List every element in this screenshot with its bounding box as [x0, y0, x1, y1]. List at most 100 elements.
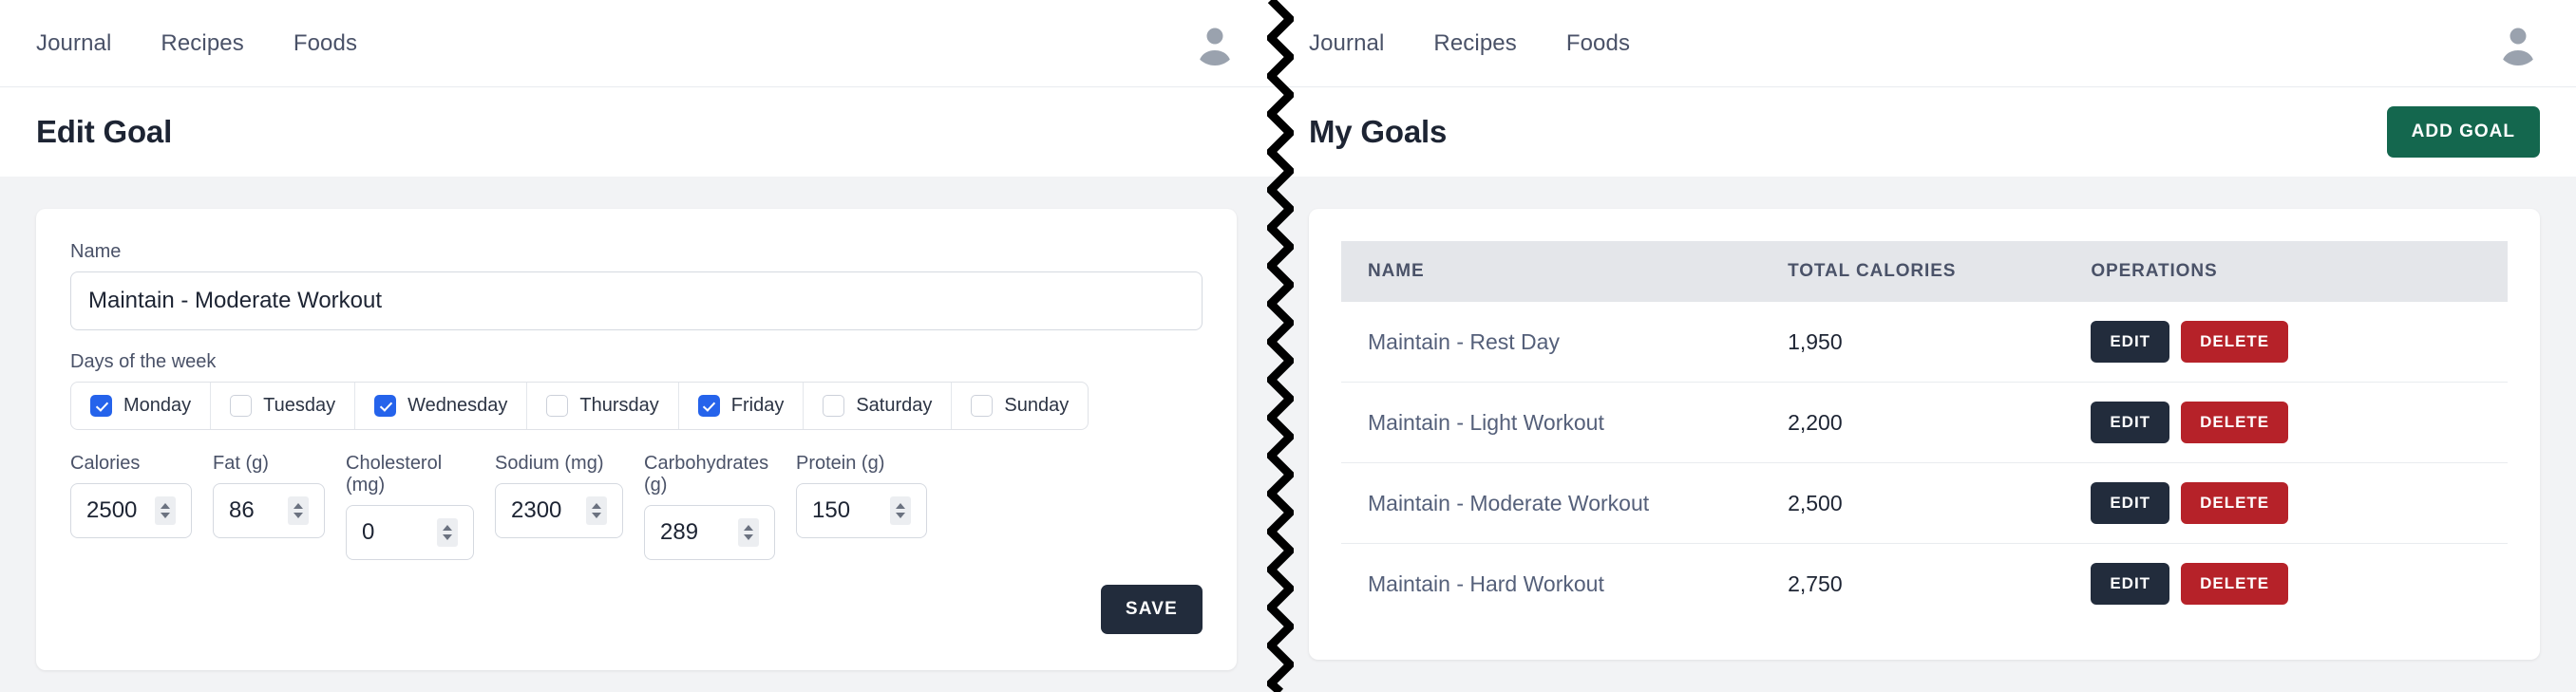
day-label-saturday: Saturday	[856, 395, 933, 416]
right-page-header: My Goals ADD GOAL	[1273, 87, 2576, 177]
nutrient-field-carbohydrates: Carbohydrates (g) 289	[644, 453, 775, 560]
cell-goal-name: Maintain - Hard Workout	[1368, 570, 1604, 596]
nav-link-foods[interactable]: Foods	[294, 30, 357, 57]
spinner-icon-carbohydrates[interactable]	[738, 518, 759, 547]
nav-link-foods[interactable]: Foods	[1566, 30, 1630, 57]
delete-button[interactable]: DELETE	[2181, 563, 2289, 605]
nutrient-field-calories: Calories 2500	[70, 453, 192, 560]
delete-button[interactable]: DELETE	[2181, 321, 2289, 363]
day-checkbox-friday[interactable]: Friday	[679, 383, 805, 429]
right-body-area: NAME TOTAL CALORIES OPERATIONS Maintain …	[1273, 177, 2576, 692]
value-carbohydrates: 289	[660, 519, 699, 545]
edit-button[interactable]: EDIT	[2091, 402, 2170, 443]
label-calories: Calories	[70, 453, 141, 474]
goals-table-body: Maintain - Rest Day 1,950 EDIT DELETE Ma…	[1341, 302, 2508, 624]
spinner-icon-sodium[interactable]	[586, 496, 607, 525]
table-row: Maintain - Moderate Workout 2,500 EDIT D…	[1341, 462, 2508, 544]
chevron-up-icon	[592, 503, 601, 509]
nav-link-journal[interactable]: Journal	[36, 30, 111, 57]
value-fat: 86	[229, 497, 255, 523]
goal-name-input[interactable]	[70, 271, 1203, 330]
cell-goal-name: Maintain - Light Workout	[1341, 382, 1762, 463]
number-input-carbohydrates[interactable]: 289	[644, 505, 775, 560]
cell-goal-name: Maintain - Moderate Workout	[1341, 462, 1762, 544]
chevron-up-icon	[294, 503, 303, 509]
user-avatar-icon[interactable]	[2496, 22, 2540, 65]
checkbox-icon-friday	[697, 395, 720, 417]
goals-table-card: NAME TOTAL CALORIES OPERATIONS Maintain …	[1309, 209, 2540, 660]
number-input-protein[interactable]: 150	[796, 483, 927, 538]
save-button[interactable]: SAVE	[1100, 585, 1203, 634]
day-label-wednesday: Wednesday	[407, 395, 508, 416]
cell-total-calories: 1,950	[1761, 302, 2065, 383]
day-checkbox-tuesday[interactable]: Tuesday	[211, 383, 356, 429]
add-goal-button[interactable]: ADD GOAL	[2386, 106, 2540, 158]
column-header-operations: OPERATIONS	[2064, 241, 2508, 302]
number-input-sodium[interactable]: 2300	[495, 483, 623, 538]
number-input-fat[interactable]: 86	[213, 483, 325, 538]
left-body-area: Name Days of the week Monday Tuesday	[0, 177, 1273, 692]
label-carbohydrates: Carbohydrates (g)	[644, 453, 769, 496]
spinner-icon-calories[interactable]	[155, 496, 176, 525]
left-nav-links: Journal Recipes Foods	[36, 30, 357, 57]
right-panel-my-goals: Journal Recipes Foods My Goals ADD GOAL	[1273, 0, 2576, 692]
cell-total-calories: 2,750	[1788, 570, 1843, 596]
goals-table: NAME TOTAL CALORIES OPERATIONS Maintain …	[1341, 241, 2508, 624]
value-sodium: 2300	[511, 497, 562, 523]
column-header-name: NAME	[1341, 241, 1762, 302]
nav-link-journal[interactable]: Journal	[1309, 30, 1384, 57]
nutrient-field-cholesterol: Cholesterol (mg) 0	[346, 453, 474, 560]
cell-total-calories: 2,200	[1761, 382, 2065, 463]
number-input-calories[interactable]: 2500	[70, 483, 192, 538]
days-section: Days of the week Monday Tuesday Wednesda…	[70, 351, 1203, 430]
left-panel-edit-goal: Journal Recipes Foods Edit Goal Name Day…	[0, 0, 1273, 692]
nutrient-field-sodium: Sodium (mg) 2300	[495, 453, 623, 560]
day-checkbox-saturday[interactable]: Saturday	[804, 383, 953, 429]
day-checkbox-sunday[interactable]: Sunday	[952, 383, 1088, 429]
nutrient-field-fat: Fat (g) 86	[213, 453, 325, 560]
day-checkbox-monday[interactable]: Monday	[71, 383, 212, 429]
delete-button[interactable]: DELETE	[2181, 402, 2289, 443]
value-calories: 2500	[86, 497, 138, 523]
spinner-icon-cholesterol[interactable]	[437, 518, 458, 547]
cell-operations: EDIT DELETE	[2064, 462, 2508, 544]
page-title-edit-goal: Edit Goal	[36, 114, 173, 149]
chevron-up-icon	[896, 503, 905, 509]
column-header-total-calories: TOTAL CALORIES	[1761, 241, 2065, 302]
user-avatar-icon[interactable]	[1193, 22, 1237, 65]
operations-group: EDIT DELETE	[2091, 402, 2481, 443]
day-checkbox-wednesday[interactable]: Wednesday	[355, 383, 528, 429]
value-cholesterol: 0	[362, 519, 375, 545]
checkbox-icon-thursday	[546, 395, 569, 417]
cell-goal-name: Maintain - Rest Day	[1341, 302, 1762, 383]
label-protein: Protein (g)	[796, 453, 885, 474]
days-of-week-label: Days of the week	[70, 351, 217, 372]
nav-link-recipes[interactable]: Recipes	[161, 30, 243, 57]
chevron-up-icon	[744, 525, 753, 531]
label-sodium: Sodium (mg)	[495, 453, 604, 474]
spinner-icon-protein[interactable]	[890, 496, 911, 525]
app-screen: Journal Recipes Foods Edit Goal Name Day…	[0, 0, 2576, 692]
chevron-up-icon	[161, 503, 170, 509]
edit-goal-form-card: Name Days of the week Monday Tuesday	[36, 209, 1237, 670]
operations-group: EDIT DELETE	[2091, 482, 2481, 524]
edit-button[interactable]: EDIT	[2091, 563, 2170, 605]
delete-button[interactable]: DELETE	[2181, 482, 2289, 524]
day-checkbox-thursday[interactable]: Thursday	[527, 383, 679, 429]
table-row: Maintain - Light Workout 2,200 EDIT DELE…	[1341, 382, 2508, 463]
day-label-sunday: Sunday	[1004, 395, 1070, 416]
spinner-icon-fat[interactable]	[288, 496, 309, 525]
edit-button[interactable]: EDIT	[2091, 482, 2170, 524]
day-label-friday: Friday	[730, 395, 785, 416]
label-fat: Fat (g)	[213, 453, 269, 474]
checkbox-icon-monday	[90, 395, 112, 417]
edit-button[interactable]: EDIT	[2091, 321, 2170, 363]
cell-operations: EDIT DELETE	[2064, 544, 2508, 625]
value-protein: 150	[812, 497, 851, 523]
number-input-cholesterol[interactable]: 0	[346, 505, 474, 560]
cell-operations: EDIT DELETE	[2064, 382, 2508, 463]
left-page-header: Edit Goal	[0, 87, 1273, 177]
nav-link-recipes[interactable]: Recipes	[1433, 30, 1516, 57]
cell-operations: EDIT DELETE	[2064, 302, 2508, 383]
operations-group: EDIT DELETE	[2091, 563, 2481, 605]
